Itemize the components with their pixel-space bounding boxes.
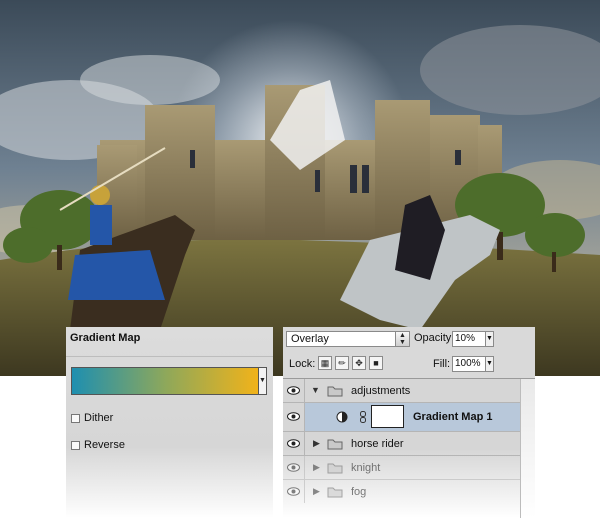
layer-row[interactable]: ▶ knight bbox=[283, 456, 520, 480]
visibility-toggle[interactable] bbox=[283, 456, 305, 479]
layer-name: knight bbox=[351, 462, 381, 474]
eye-icon bbox=[287, 487, 300, 496]
dither-option[interactable]: Dither bbox=[71, 412, 113, 424]
reverse-label: Reverse bbox=[84, 439, 125, 451]
folder-icon bbox=[327, 386, 343, 397]
eye-icon bbox=[287, 463, 300, 472]
layer-row[interactable]: ▶ horse rider bbox=[283, 432, 520, 456]
updown-arrows-icon: ▲ ▼ bbox=[395, 332, 409, 346]
fill-dropdown-button[interactable]: ▼ bbox=[485, 356, 494, 372]
layer-name: adjustments bbox=[351, 385, 411, 397]
dither-checkbox[interactable] bbox=[71, 413, 80, 423]
opacity-label: Opacity: bbox=[414, 332, 455, 344]
layer-row[interactable]: ▶ fog bbox=[283, 480, 520, 504]
layer-mask-thumbnail[interactable] bbox=[371, 405, 404, 428]
folder-icon bbox=[327, 487, 343, 498]
layer-name: fog bbox=[351, 486, 367, 498]
artwork-canvas bbox=[0, 0, 600, 376]
layers-panel: Overlay ▲ ▼ Opacity: 10% ▼ Lock: ▦ ✏ ✥ ■ … bbox=[283, 327, 535, 518]
folder-icon bbox=[327, 439, 343, 450]
visibility-toggle[interactable] bbox=[283, 403, 305, 431]
layer-name: horse rider bbox=[351, 438, 404, 450]
blend-mode-value: Overlay bbox=[291, 333, 329, 345]
visibility-toggle[interactable] bbox=[283, 432, 305, 455]
eye-icon bbox=[287, 412, 300, 421]
dither-label: Dither bbox=[84, 412, 114, 424]
blend-mode-select[interactable]: Overlay ▲ ▼ bbox=[286, 331, 410, 347]
panel-title: Gradient Map bbox=[70, 332, 141, 344]
reverse-option[interactable]: Reverse bbox=[71, 439, 125, 451]
reverse-checkbox[interactable] bbox=[71, 440, 80, 450]
gradient-preview[interactable] bbox=[71, 367, 262, 395]
eye-icon bbox=[287, 439, 300, 448]
layer-row-selected[interactable]: Gradient Map 1 bbox=[283, 403, 520, 432]
opacity-dropdown-button[interactable]: ▼ bbox=[485, 331, 494, 347]
visibility-toggle[interactable] bbox=[283, 480, 305, 503]
gradient-map-panel: Gradient Map ▼ Dither Reverse bbox=[66, 327, 273, 518]
expand-triangle-icon[interactable]: ▶ bbox=[313, 486, 320, 497]
link-icon[interactable] bbox=[359, 411, 367, 423]
expand-triangle-icon[interactable]: ▶ bbox=[313, 462, 320, 473]
expand-triangle-icon[interactable]: ▼ bbox=[311, 385, 320, 395]
lock-all-icon[interactable]: ■ bbox=[369, 356, 383, 370]
visibility-toggle[interactable] bbox=[283, 379, 305, 402]
folder-icon bbox=[327, 463, 343, 474]
lock-transparent-pixels-icon[interactable]: ▦ bbox=[318, 356, 332, 370]
lock-label: Lock: bbox=[289, 358, 316, 370]
layer-name: Gradient Map 1 bbox=[413, 411, 493, 423]
layers-scrollbar[interactable] bbox=[520, 379, 535, 518]
fill-input[interactable]: 100% bbox=[452, 356, 486, 372]
fill-label: Fill: bbox=[433, 358, 451, 370]
lock-image-pixels-icon[interactable]: ✏ bbox=[335, 356, 349, 370]
adjustment-layer-icon bbox=[336, 411, 348, 423]
gradient-dropdown-button[interactable]: ▼ bbox=[258, 367, 267, 395]
expand-triangle-icon[interactable]: ▶ bbox=[313, 438, 320, 449]
lock-position-icon[interactable]: ✥ bbox=[352, 356, 366, 370]
eye-icon bbox=[287, 386, 300, 395]
divider bbox=[66, 356, 273, 357]
layers-toolbar: Overlay ▲ ▼ Opacity: 10% ▼ Lock: ▦ ✏ ✥ ■ … bbox=[283, 327, 535, 379]
layers-list: ▼ adjustments Gradient Map 1 ▶ horse rid… bbox=[283, 379, 520, 518]
layer-row[interactable]: ▼ adjustments bbox=[283, 379, 520, 403]
opacity-input[interactable]: 10% bbox=[452, 331, 486, 347]
